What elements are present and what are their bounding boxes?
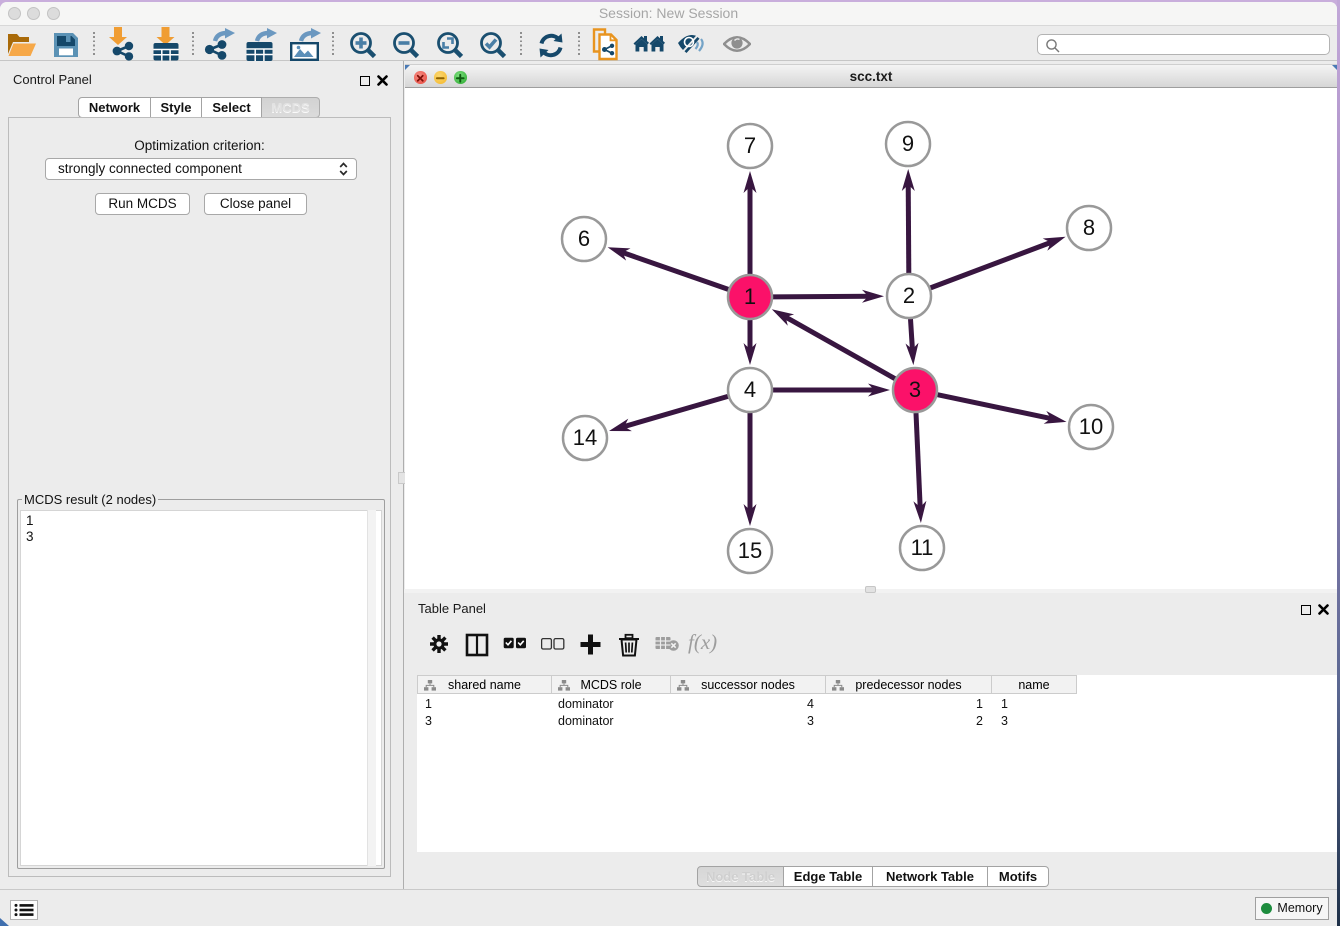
svg-text:10: 10 xyxy=(1079,414,1103,439)
svg-text:15: 15 xyxy=(738,538,762,563)
svg-text:8: 8 xyxy=(1083,215,1095,240)
svg-text:4: 4 xyxy=(744,377,756,402)
svg-text:2: 2 xyxy=(903,283,915,308)
svg-text:7: 7 xyxy=(744,133,756,158)
svg-text:9: 9 xyxy=(902,131,914,156)
svg-text:14: 14 xyxy=(573,425,597,450)
svg-text:11: 11 xyxy=(911,535,934,560)
svg-text:6: 6 xyxy=(578,226,590,251)
svg-text:3: 3 xyxy=(909,377,921,402)
svg-text:1: 1 xyxy=(744,284,756,309)
